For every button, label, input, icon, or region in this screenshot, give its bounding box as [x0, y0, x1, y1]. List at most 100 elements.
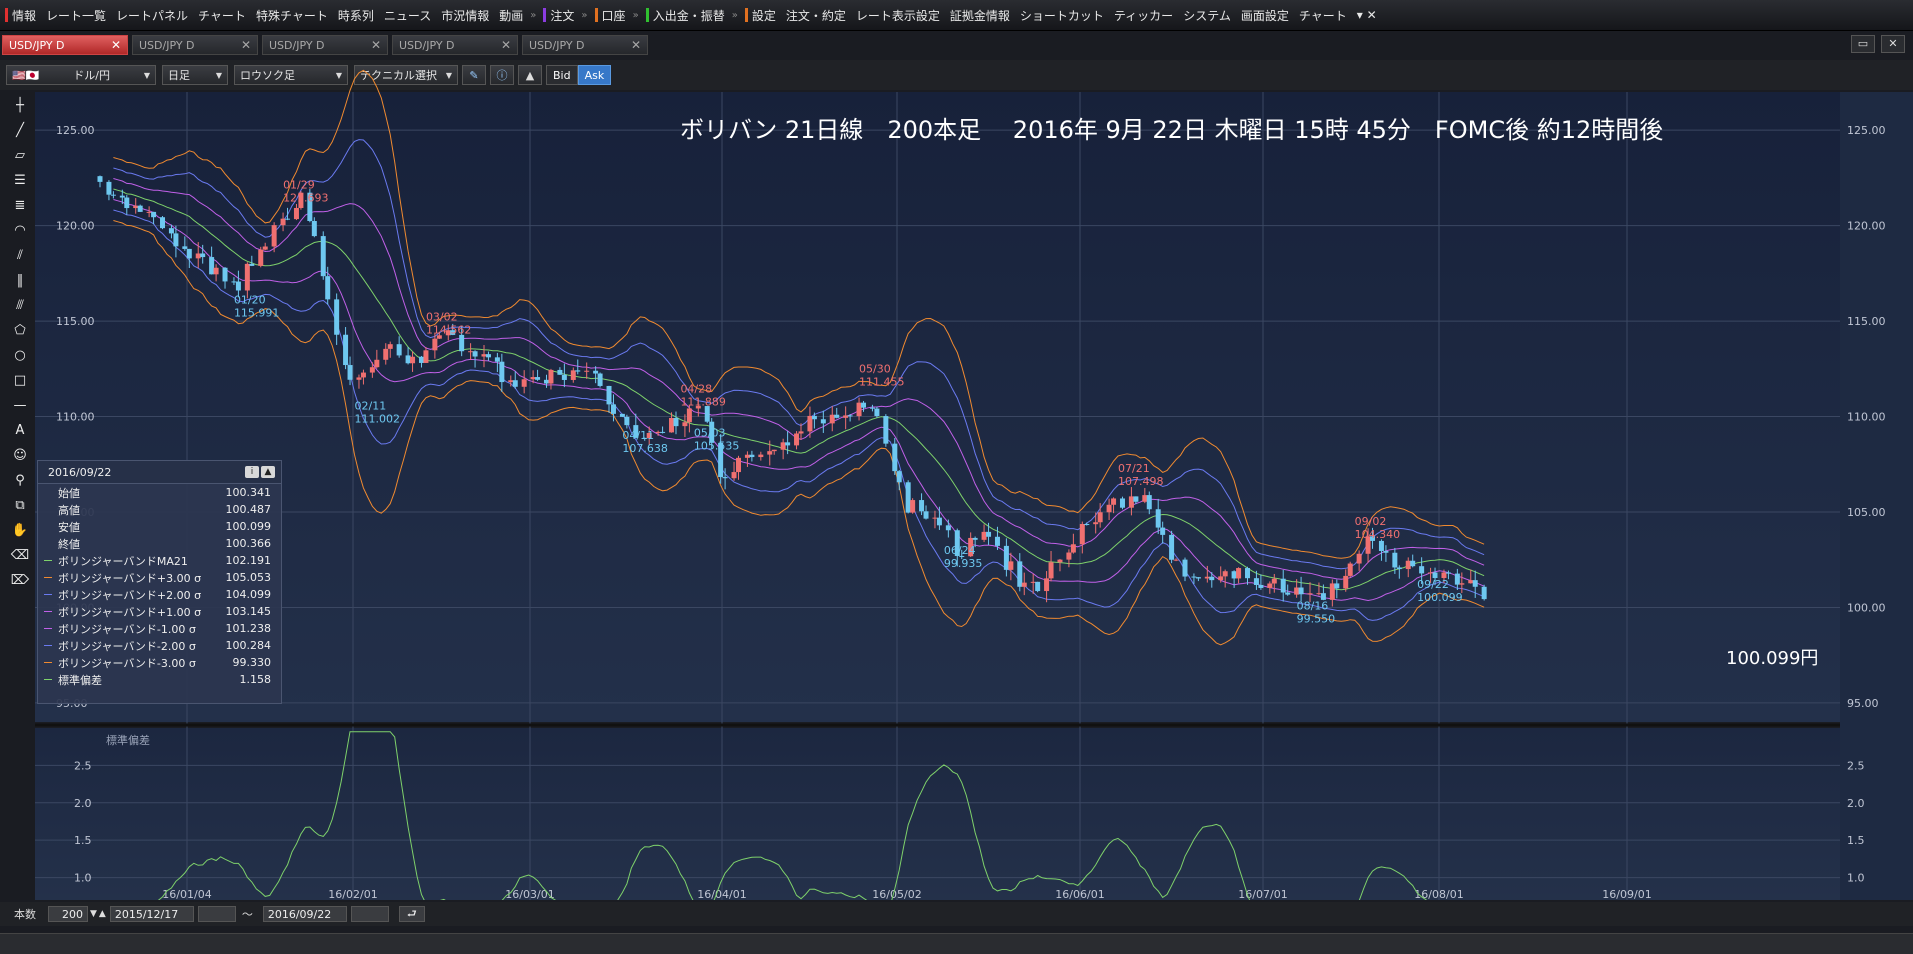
candle-body — [235, 281, 241, 291]
annotation-date: 02/11 — [355, 400, 387, 413]
candle-body — [1070, 544, 1076, 553]
candle-body — [606, 385, 612, 405]
candle-body — [829, 414, 835, 424]
candle-body — [195, 253, 201, 259]
annotation-value: 121.693 — [283, 192, 329, 205]
candle-body — [1445, 572, 1451, 574]
x-tick-label: 16/09/01 — [1602, 888, 1651, 900]
bar-count-field[interactable]: 200 — [48, 906, 88, 922]
start-time-field[interactable] — [197, 906, 236, 922]
info-row: 終値 100.366 — [38, 535, 281, 552]
candle-body — [334, 299, 340, 335]
candle-body — [619, 413, 625, 417]
candle-body — [820, 419, 826, 424]
annotation-date: 01/29 — [283, 179, 315, 192]
y-tick-label-left: 115.00 — [56, 315, 95, 328]
candle-body — [244, 263, 250, 291]
candle-body — [1218, 576, 1224, 581]
candle-body — [285, 218, 291, 220]
return-icon[interactable]: ⮐ — [398, 906, 425, 922]
candle-body — [186, 248, 192, 259]
candle-body — [593, 370, 599, 374]
end-time-field[interactable] — [350, 906, 389, 922]
candle-body — [110, 194, 116, 196]
annotation-date: 09/22 — [1417, 578, 1449, 591]
candle-body — [1044, 578, 1050, 592]
info-row-value: 101.238 — [225, 622, 272, 635]
candle-body — [1173, 559, 1179, 561]
sub-y-tick-left: 2.0 — [74, 797, 92, 810]
candle-body — [137, 205, 143, 212]
y-tick-label-right: 100.00 — [1847, 601, 1886, 614]
candle-body — [472, 351, 478, 357]
annotation-value: 107.638 — [622, 442, 668, 455]
candle-body — [624, 416, 630, 426]
candle-body — [1245, 568, 1251, 579]
candle-body — [1191, 576, 1197, 578]
sub-y-tick-right: 2.5 — [1847, 759, 1865, 772]
collapse-icon[interactable]: ▲ — [261, 466, 275, 478]
candle-body — [758, 454, 764, 458]
info-row-label-wrap: ボリンジャーバンド+2.00 σ — [44, 587, 201, 603]
annotation-value: 114.562 — [426, 323, 472, 336]
info-icon[interactable]: i — [245, 466, 259, 478]
candle-body — [932, 517, 938, 519]
info-row-label-wrap: 安値 — [44, 519, 80, 535]
candle-body — [182, 246, 188, 249]
candle-body — [133, 205, 139, 209]
candle-body — [432, 338, 438, 351]
info-row-label: ボリンジャーバンドMA21 — [58, 554, 188, 568]
candle-body — [151, 211, 157, 218]
y-tick-label-right: 105.00 — [1847, 506, 1886, 519]
annotation-date: 01/20 — [234, 294, 266, 307]
candle-body — [213, 267, 219, 275]
candle-body — [1419, 566, 1425, 574]
candle-body — [1405, 560, 1411, 570]
candle-body — [1285, 592, 1291, 595]
series-swatch — [44, 543, 52, 544]
info-row-value: 100.099 — [225, 520, 272, 533]
candle-body — [1195, 577, 1201, 579]
candle-body — [1066, 552, 1072, 560]
candle-body — [986, 531, 992, 537]
candle-body — [1253, 578, 1259, 585]
annotation-value: 104.340 — [1355, 528, 1401, 541]
y-tick-label-right: 115.00 — [1847, 315, 1886, 328]
candle-body — [767, 451, 773, 455]
candle-body — [168, 228, 174, 234]
candle-body — [749, 454, 755, 458]
candle-body — [258, 249, 264, 266]
candle-body — [1307, 593, 1313, 595]
candle-body — [311, 221, 317, 237]
candle-body — [459, 334, 465, 352]
sub-panel-label: 標準偏差 — [106, 733, 150, 747]
candle-body — [1093, 522, 1099, 525]
candle-body — [369, 367, 375, 373]
chevron-down-icon[interactable]: ▼ — [90, 909, 97, 919]
series-swatch — [44, 526, 52, 527]
candle-body — [410, 356, 416, 364]
candle-body — [1155, 509, 1161, 528]
chevron-up-icon[interactable]: ▲ — [99, 909, 106, 919]
candle-body — [1035, 581, 1041, 592]
candle-body — [660, 431, 666, 433]
candle-body — [1097, 512, 1103, 523]
price-chart[interactable]: 95.0095.00100.00100.00105.00105.00110.00… — [0, 0, 1913, 900]
sub-y-tick-right: 1.0 — [1847, 872, 1865, 885]
candle-body — [923, 511, 929, 519]
info-row-label: 高値 — [58, 503, 80, 517]
series-swatch — [44, 662, 52, 663]
candle-body — [735, 457, 741, 473]
candle-body — [1111, 498, 1117, 505]
candle-body — [499, 361, 505, 383]
candle-body — [856, 402, 862, 417]
candle-body — [325, 276, 331, 300]
candle-body — [106, 181, 112, 195]
start-date-field[interactable]: 2015/12/17 — [109, 906, 194, 922]
current-price-label: 100.099円 — [1726, 648, 1818, 669]
info-row-label-wrap: 高値 — [44, 502, 80, 518]
candle-body — [209, 257, 215, 275]
candle-body — [785, 442, 791, 446]
candle-body — [1316, 593, 1322, 595]
end-date-field[interactable]: 2016/09/22 — [262, 906, 347, 922]
